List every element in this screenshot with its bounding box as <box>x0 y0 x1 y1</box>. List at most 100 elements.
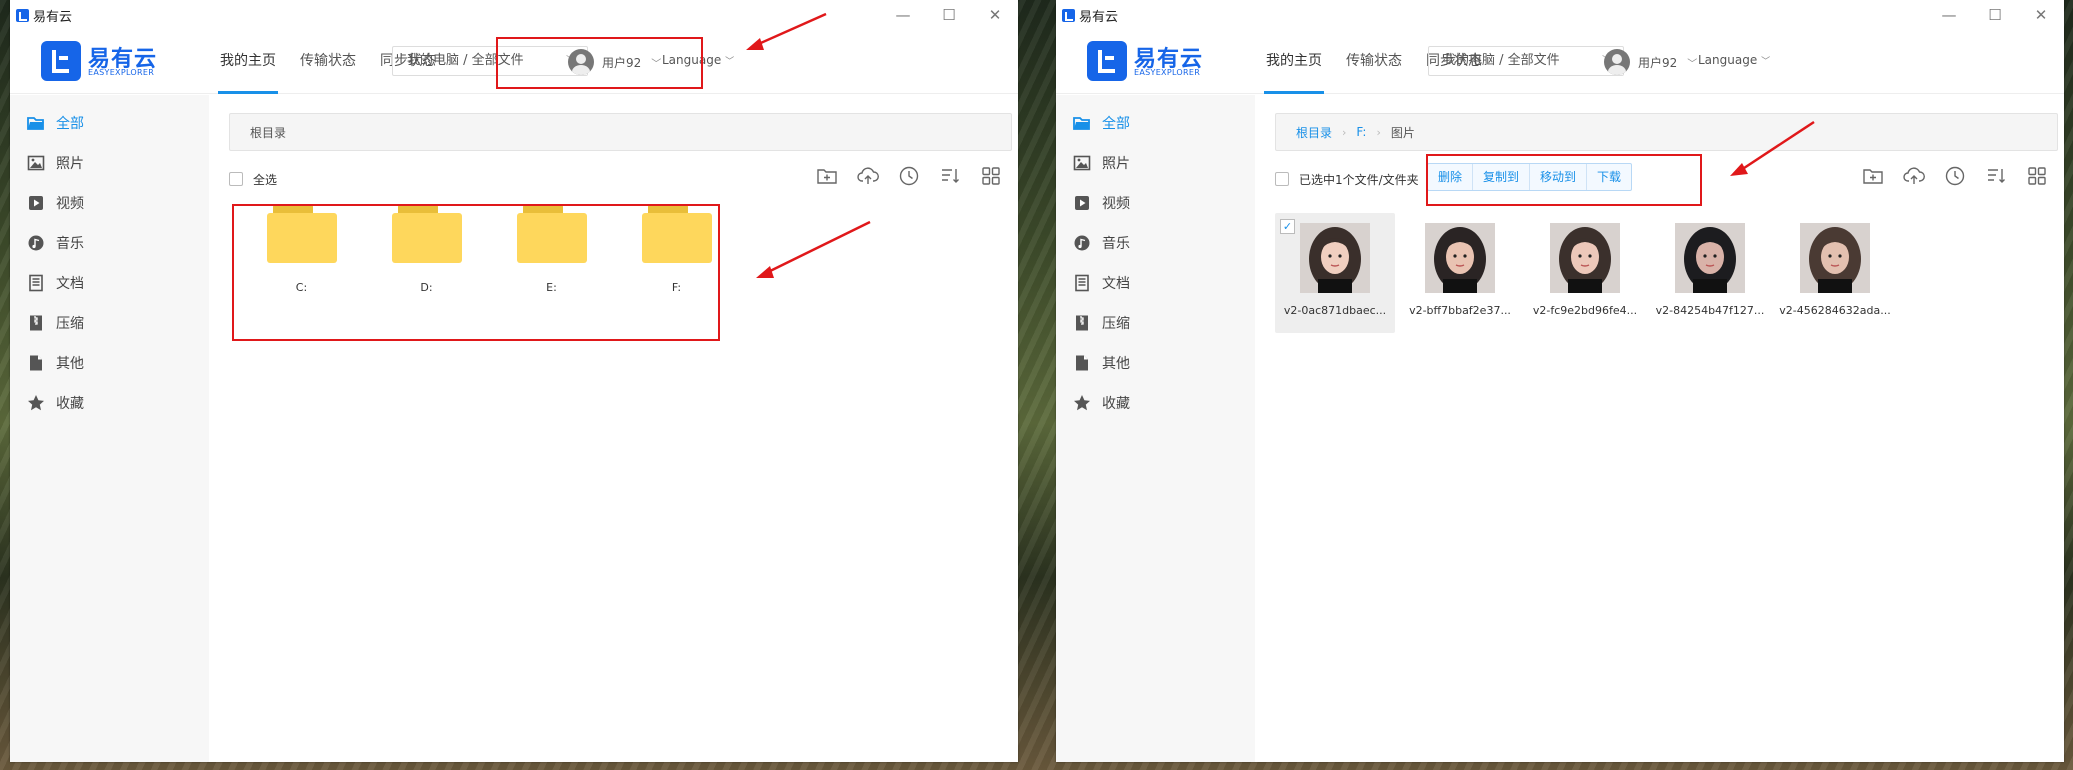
image-icon <box>1073 154 1091 172</box>
file-content: 根目录 全选 C: D: E: F: <box>209 95 1018 762</box>
photo-item[interactable]: v2-84254b47f127... <box>1650 213 1770 333</box>
sidebar-item-2[interactable]: 视频 <box>10 183 209 223</box>
sidebar-item-5[interactable]: 压缩 <box>10 303 209 343</box>
photo-thumbnail <box>1425 223 1495 293</box>
user-menu[interactable]: 用户92 ﹀ <box>1604 48 1697 76</box>
tab-home[interactable]: 我的主页 <box>1264 30 1324 94</box>
sort-icon[interactable] <box>939 165 961 187</box>
sidebar-item-7[interactable]: 收藏 <box>10 383 209 423</box>
star-icon <box>27 394 45 412</box>
toolbar-icons <box>797 165 1002 187</box>
close-button[interactable]: ✕ <box>2018 0 2064 30</box>
chevron-right-icon: › <box>1376 125 1381 139</box>
zip-icon <box>1073 314 1091 332</box>
sidebar-item-5[interactable]: 压缩 <box>1056 303 1255 343</box>
path-select-value: 我的电脑 / 全部文件 <box>1443 53 1560 68</box>
chevron-down-icon: ﹀ <box>725 57 735 67</box>
sidebar-item-0[interactable]: 全部 <box>10 103 209 143</box>
photo-grid: ✓ v2-0ac871dbaec... v2-bff7bbaf2e37... v… <box>1275 213 1900 333</box>
star-icon <box>1073 394 1091 412</box>
file-icon <box>27 354 45 372</box>
sidebar-item-7[interactable]: 收藏 <box>1056 383 1255 423</box>
select-all-checkbox[interactable] <box>229 172 243 186</box>
photo-label: v2-456284632ada... <box>1779 304 1891 317</box>
upload-icon[interactable] <box>1903 165 1925 187</box>
document-icon <box>1073 274 1091 292</box>
sidebar-item-label: 照片 <box>56 156 84 172</box>
window-title: 易有云 <box>1079 9 1119 25</box>
language-menu[interactable]: Language ﹀ <box>1698 53 1770 67</box>
grid-view-icon[interactable] <box>2026 165 2048 187</box>
language-label: Language <box>1698 53 1758 67</box>
music-icon <box>27 234 45 252</box>
photo-thumbnail <box>1550 223 1620 293</box>
tab-transfer[interactable]: 传输状态 <box>1346 30 1402 94</box>
close-button[interactable]: ✕ <box>972 0 1018 30</box>
annotation-box-path-select <box>496 37 703 89</box>
sidebar-item-3[interactable]: 音乐 <box>1056 223 1255 263</box>
tab-home[interactable]: 我的主页 <box>218 30 278 94</box>
sidebar-item-label: 其他 <box>56 356 84 372</box>
sidebar-item-6[interactable]: 其他 <box>10 343 209 383</box>
brand-icon <box>41 41 81 81</box>
grid-view-icon[interactable] <box>980 165 1002 187</box>
new-folder-icon[interactable] <box>1862 165 1884 187</box>
minimize-button[interactable]: — <box>1926 0 1972 30</box>
sidebar-item-4[interactable]: 文档 <box>1056 263 1255 303</box>
maximize-button[interactable]: ☐ <box>1972 0 2018 30</box>
video-icon <box>1073 194 1091 212</box>
select-all-checkbox[interactable] <box>1275 172 1289 186</box>
photo-label: v2-fc9e2bd96fe4... <box>1532 304 1638 317</box>
tab-transfer[interactable]: 传输状态 <box>300 30 356 94</box>
file-icon <box>1073 354 1091 372</box>
photo-item[interactable]: v2-fc9e2bd96fe4... <box>1525 213 1645 333</box>
photo-label: v2-0ac871dbaec... <box>1283 304 1387 317</box>
file-toolbar: 全选 <box>229 163 1012 193</box>
select-all-label[interactable]: 全选 <box>253 171 277 188</box>
breadcrumb-drive[interactable]: F: <box>1356 125 1366 139</box>
sidebar-item-label: 视频 <box>56 196 84 212</box>
breadcrumb-root[interactable]: 根目录 <box>1296 124 1332 141</box>
sidebar-item-4[interactable]: 文档 <box>10 263 209 303</box>
avatar <box>1604 49 1630 75</box>
sidebar-item-0[interactable]: 全部 <box>1056 103 1255 143</box>
sidebar-item-label: 压缩 <box>56 316 84 332</box>
history-icon[interactable] <box>1944 165 1966 187</box>
new-folder-icon[interactable] <box>816 165 838 187</box>
sidebar-item-label: 收藏 <box>56 396 84 412</box>
sidebar-item-label: 视频 <box>1102 196 1130 212</box>
sidebar-item-label: 文档 <box>56 276 84 292</box>
sidebar-item-label: 其他 <box>1102 356 1130 372</box>
checkmark-icon[interactable]: ✓ <box>1280 219 1295 234</box>
photo-item[interactable]: ✓ v2-0ac871dbaec... <box>1275 213 1395 333</box>
sidebar-item-label: 压缩 <box>1102 316 1130 332</box>
sidebar-item-label: 全部 <box>56 116 84 132</box>
annotation-arrow <box>1730 120 1815 176</box>
sidebar-item-label: 照片 <box>1102 156 1130 172</box>
breadcrumb-root[interactable]: 根目录 <box>250 124 286 141</box>
path-select[interactable]: 我的电脑 / 全部文件 ﹀ <box>1428 46 1624 76</box>
app-header: 易有云 EASYEXPLORER 我的主页 传输状态 同步状态 我的电脑 / 全… <box>1056 30 2064 94</box>
sidebar: 全部照片视频音乐文档压缩其他收藏 <box>10 95 209 762</box>
photo-item[interactable]: v2-456284632ada... <box>1775 213 1895 333</box>
minimize-button[interactable]: — <box>880 0 926 30</box>
sidebar-item-6[interactable]: 其他 <box>1056 343 1255 383</box>
brand-subtitle: EASYEXPLORER <box>1134 68 1201 77</box>
annotation-arrow <box>746 12 827 50</box>
photo-thumbnail <box>1675 223 1745 293</box>
brand-logo: 易有云 EASYEXPLORER <box>1087 41 1207 81</box>
brand-icon <box>1087 41 1127 81</box>
sidebar-item-1[interactable]: 照片 <box>1056 143 1255 183</box>
sidebar-item-2[interactable]: 视频 <box>1056 183 1255 223</box>
app-logo-icon <box>1062 8 1075 22</box>
sort-icon[interactable] <box>1985 165 2007 187</box>
window-title: 易有云 <box>33 9 73 25</box>
video-icon <box>27 194 45 212</box>
maximize-button[interactable]: ☐ <box>926 0 972 30</box>
annotation-box-folders <box>232 204 720 341</box>
upload-icon[interactable] <box>857 165 879 187</box>
photo-item[interactable]: v2-bff7bbaf2e37... <box>1400 213 1520 333</box>
sidebar-item-3[interactable]: 音乐 <box>10 223 209 263</box>
history-icon[interactable] <box>898 165 920 187</box>
sidebar-item-1[interactable]: 照片 <box>10 143 209 183</box>
